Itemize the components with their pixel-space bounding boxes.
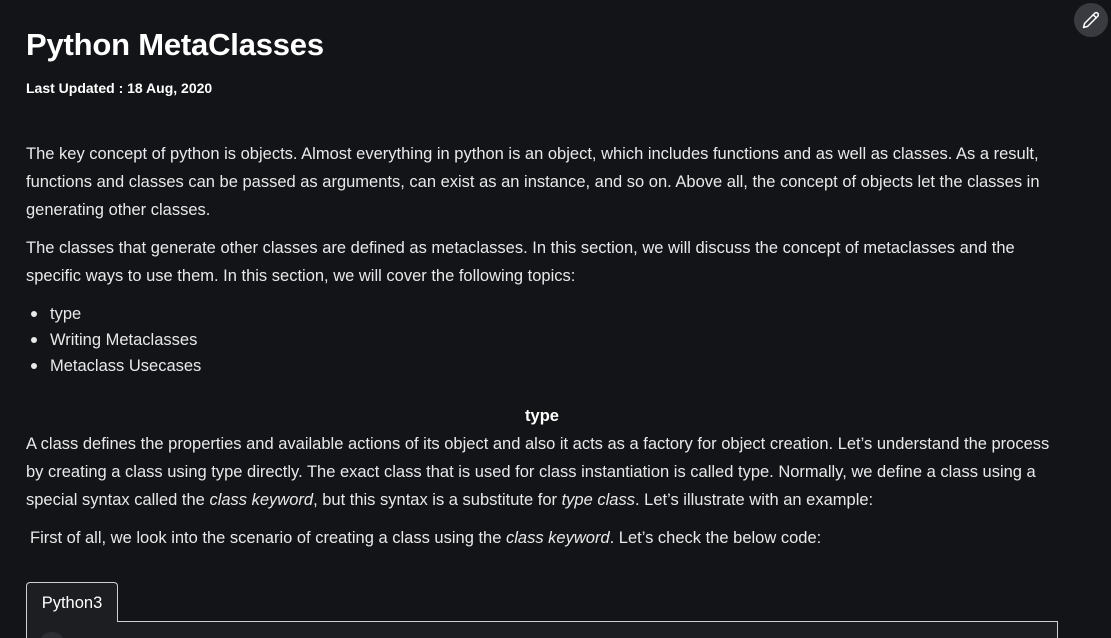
- text-span: . Let’s check the below code:: [609, 529, 822, 547]
- text-span: , but this syntax is a substitute for: [313, 491, 562, 509]
- bullet-icon: [31, 363, 37, 369]
- list-item: type: [26, 301, 201, 327]
- edit-button[interactable]: [1074, 3, 1108, 37]
- metaclass-definition-paragraph: The classes that generate other classes …: [26, 239, 1015, 285]
- tab-python3[interactable]: Python3: [26, 582, 118, 622]
- topic-label: Metaclass Usecases: [50, 357, 202, 375]
- bullet-icon: [31, 337, 37, 343]
- list-item: Writing Metaclasses: [26, 327, 201, 353]
- last-updated: Last Updated : 18 Aug, 2020: [26, 80, 213, 96]
- emphasis-text: class keyword: [209, 491, 314, 509]
- topics-list: type Writing Metaclasses Metaclass Useca…: [26, 301, 201, 379]
- section-heading-type: type: [525, 407, 559, 425]
- topic-label: type: [50, 305, 82, 323]
- list-item: Metaclass Usecases: [26, 353, 201, 379]
- code-toggle-icon[interactable]: [39, 632, 65, 638]
- emphasis-text: type class: [561, 491, 635, 509]
- text-span: First of all, we look into the scenario …: [30, 529, 506, 547]
- intro-paragraph: The key concept of python is objects. Al…: [26, 145, 1040, 219]
- tab-label: Python3: [41, 594, 103, 612]
- class-keyword-paragraph: First of all, we look into the scenario …: [26, 524, 1070, 552]
- page-title: Python MetaClasses: [26, 27, 324, 62]
- type-paragraph: A class defines the properties and avail…: [26, 430, 1066, 514]
- topic-label: Writing Metaclasses: [50, 331, 198, 349]
- code-block[interactable]: [26, 621, 1058, 638]
- page: Python MetaClasses Last Updated : 18 Aug…: [0, 0, 1111, 638]
- bullet-icon: [31, 311, 37, 317]
- text-span: . Let’s illustrate with an example:: [634, 491, 874, 509]
- emphasis-text: class keyword: [506, 529, 610, 547]
- pencil-icon: [1082, 11, 1100, 29]
